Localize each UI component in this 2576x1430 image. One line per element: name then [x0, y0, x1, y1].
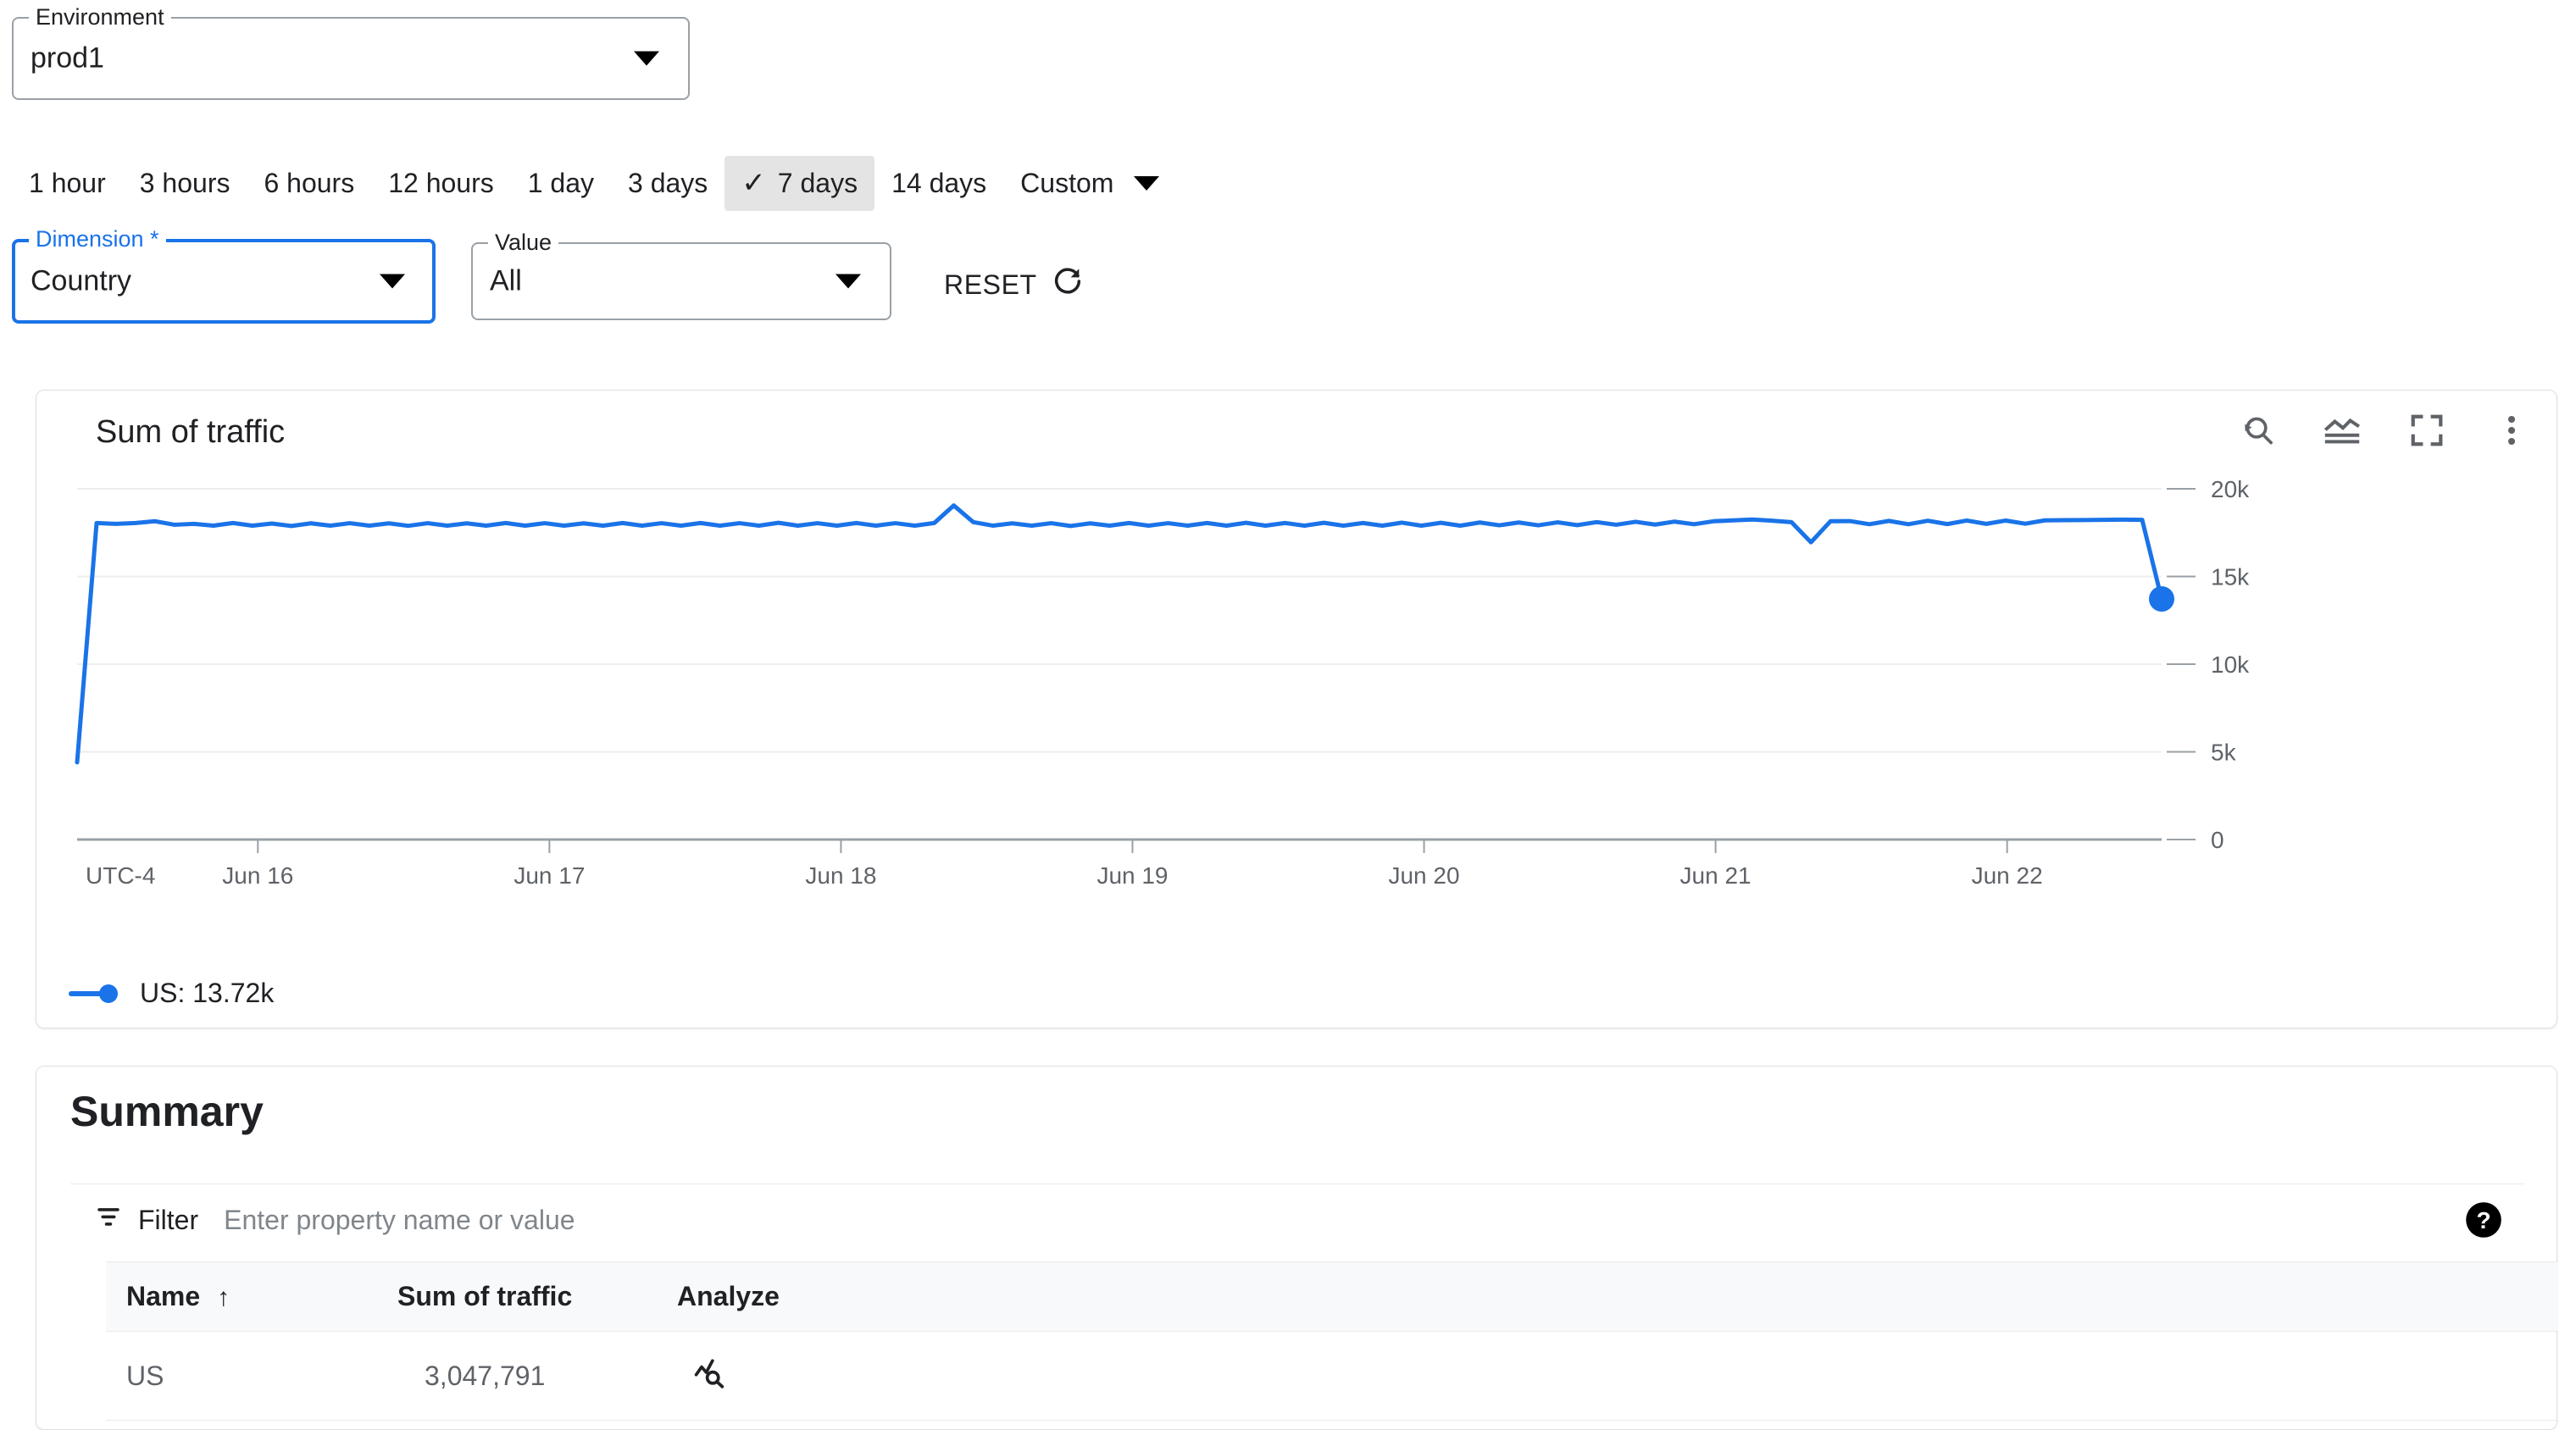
time-range-3-days[interactable]: 3 days	[611, 156, 724, 211]
summary-table: Name ↑ Sum of traffic Analyze US 3,047,79…	[106, 1261, 2558, 1421]
svg-text:Jun 22: Jun 22	[1972, 862, 2043, 889]
column-header-name[interactable]: Name ↑	[106, 1261, 397, 1332]
chart-type-icon[interactable]	[2318, 406, 2367, 455]
svg-text:?: ?	[2476, 1207, 2490, 1233]
svg-text:UTC-4: UTC-4	[86, 862, 155, 889]
time-range-label: Custom	[1020, 167, 1114, 198]
more-vert-icon[interactable]	[2487, 406, 2536, 455]
column-header-sum-of-traffic[interactable]: Sum of traffic	[397, 1261, 677, 1332]
time-range-label: 12 hours	[388, 167, 494, 198]
dimension-value: Country	[31, 264, 132, 297]
chevron-down-icon[interactable]	[634, 51, 659, 66]
time-range-14-days[interactable]: 14 days	[874, 156, 1003, 211]
table-head: Name ↑ Sum of traffic Analyze	[106, 1261, 2558, 1332]
chevron-down-icon	[1134, 175, 1160, 191]
time-range-label: 1 day	[527, 167, 595, 198]
table-row[interactable]: US 3,047,791	[106, 1331, 2558, 1421]
svg-text:Jun 19: Jun 19	[1096, 862, 1168, 889]
time-range-3-hours[interactable]: 3 hours	[123, 156, 247, 211]
chart-title: Sum of traffic	[96, 414, 286, 450]
reset-button-label: RESET	[944, 269, 1037, 300]
environment-value: prod1	[31, 42, 104, 75]
legend-marker	[69, 984, 121, 1003]
dimension-select[interactable]: Dimension * Country	[12, 227, 436, 324]
legend-dot	[99, 984, 118, 1003]
environment-label: Environment	[29, 5, 171, 29]
time-range-label: 3 days	[628, 167, 708, 198]
dimension-label: Dimension *	[29, 227, 166, 251]
time-range-label: 7 days	[777, 167, 858, 198]
legend-line	[69, 990, 103, 996]
summary-title: Summary	[70, 1088, 264, 1135]
summary-filter-bar: Filter ?	[70, 1183, 2524, 1255]
environment-select[interactable]: Environment prod1	[12, 5, 690, 100]
column-header-sum-label: Sum of traffic	[397, 1281, 573, 1311]
reset-button[interactable]: RESET	[935, 258, 1093, 312]
filter-label: Filter	[138, 1204, 199, 1235]
filter-button[interactable]: Filter	[94, 1202, 198, 1238]
chart-legend: US: 13.72k	[69, 978, 274, 1009]
cell-sum-of-traffic: 3,047,791	[397, 1331, 677, 1421]
time-range-label: 1 hour	[29, 167, 106, 198]
filter-icon	[94, 1202, 123, 1238]
help-icon[interactable]: ?	[2463, 1200, 2504, 1240]
filter-input[interactable]	[222, 1203, 1243, 1237]
cell-name: US	[106, 1331, 397, 1421]
value-value: All	[490, 264, 522, 297]
svg-text:Jun 16: Jun 16	[222, 862, 293, 889]
table-header-row: Name ↑ Sum of traffic Analyze	[106, 1261, 2558, 1332]
svg-text:5k: 5k	[2211, 740, 2237, 766]
time-range-label: 14 days	[891, 167, 987, 198]
time-range-custom[interactable]: Custom	[1003, 156, 1176, 211]
column-header-analyze-label: Analyze	[677, 1281, 780, 1311]
time-range-1-hour[interactable]: 1 hour	[12, 156, 123, 211]
table-body: US 3,047,791	[106, 1331, 2558, 1421]
time-range-label: 3 hours	[139, 167, 230, 198]
chart-toolbar	[2233, 406, 2536, 455]
svg-text:Jun 20: Jun 20	[1388, 862, 1459, 889]
time-range-label: 6 hours	[264, 167, 355, 198]
value-select[interactable]: Value All	[471, 230, 891, 320]
svg-text:20k: 20k	[2211, 476, 2250, 502]
time-range-1-day[interactable]: 1 day	[511, 156, 611, 211]
svg-text:Jun 18: Jun 18	[805, 862, 876, 889]
svg-text:10k: 10k	[2211, 651, 2250, 678]
svg-text:Jun 21: Jun 21	[1680, 862, 1752, 889]
refresh-icon	[1051, 264, 1085, 305]
query-stats-icon[interactable]	[692, 1354, 730, 1391]
fullscreen-icon[interactable]	[2402, 406, 2451, 455]
summary-card: Summary Filter ? Name ↑	[36, 1066, 2558, 1430]
check-icon: ✓	[741, 167, 766, 199]
traffic-line-chart[interactable]: 0 5k 10k 15k 20k UTC-4 Jun 16 Jun 17 Jun 18 Jun 1…	[36, 475, 2558, 933]
time-range-6-hours[interactable]: 6 hours	[247, 156, 371, 211]
legend-label-us[interactable]: US: 13.72k	[140, 978, 274, 1009]
time-range-12-hours[interactable]: 12 hours	[371, 156, 511, 211]
column-header-analyze: Analyze	[677, 1261, 2558, 1332]
chart-card: Sum of traffic 0 5k 10k 15k 20k UTC-4 Ju…	[36, 390, 2557, 1028]
sort-ascending-icon: ↑	[217, 1283, 230, 1311]
column-header-name-label: Name	[126, 1281, 201, 1311]
time-range-selector: 1 hour 3 hours 6 hours 12 hours 1 day 3 …	[0, 152, 1176, 213]
svg-text:Jun 17: Jun 17	[514, 862, 585, 889]
chevron-down-icon[interactable]	[836, 274, 861, 289]
value-label: Value	[488, 230, 559, 254]
chevron-down-icon[interactable]	[380, 274, 405, 289]
svg-text:15k: 15k	[2211, 564, 2250, 590]
svg-text:0: 0	[2211, 827, 2224, 853]
time-range-7-days[interactable]: ✓ 7 days	[724, 155, 875, 211]
reset-zoom-icon[interactable]	[2233, 406, 2282, 455]
cell-analyze	[677, 1331, 2558, 1421]
